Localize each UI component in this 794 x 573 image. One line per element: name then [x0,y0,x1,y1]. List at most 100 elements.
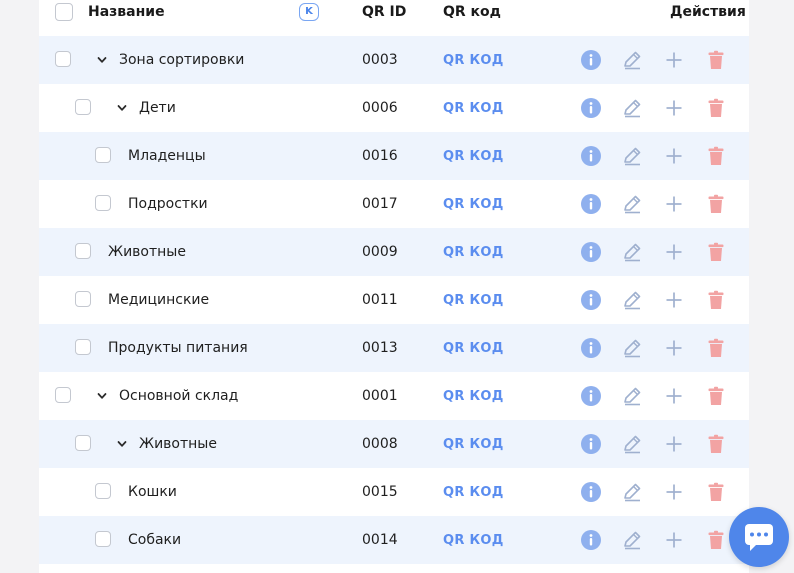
select-all-checkbox[interactable] [55,3,73,21]
plus-icon[interactable] [663,289,685,311]
trash-icon[interactable] [705,97,727,119]
qr-code-link[interactable]: QR КОД [443,435,504,455]
row-checkbox[interactable] [95,195,111,211]
trash-icon[interactable] [705,49,727,71]
column-header-name[interactable]: Название [88,0,165,26]
row-checkbox[interactable] [75,339,91,355]
table-row[interactable]: Основной склад 0001 QR КОД [39,372,749,420]
trash-icon[interactable] [705,289,727,311]
qr-code-link[interactable]: QR КОД [443,147,504,167]
table-row[interactable]: Подростки 0017 QR КОД [39,180,749,228]
trash-icon[interactable] [705,337,727,359]
row-checkbox[interactable] [75,435,91,451]
info-icon[interactable] [580,529,602,551]
column-header-qr-code: QR код [443,4,501,20]
plus-icon[interactable] [663,241,685,263]
chevron-down-icon[interactable] [115,436,129,450]
column-header-actions: Действия [670,4,746,20]
table-row[interactable]: Животные 0008 QR КОД [39,420,749,468]
plus-icon[interactable] [663,97,685,119]
row-name: Продукты питания [108,340,248,356]
chat-button[interactable] [729,507,789,567]
row-checkbox[interactable] [75,243,91,259]
column-header-qr-id[interactable]: QR ID [362,0,406,26]
row-name: Дети [139,100,176,116]
info-icon[interactable] [580,49,602,71]
row-checkbox[interactable] [95,147,111,163]
info-icon[interactable] [580,433,602,455]
row-name: Младенцы [128,148,206,164]
qr-code-link[interactable]: QR КОД [443,99,504,119]
row-qr-id: 0006 [362,100,398,116]
chevron-down-icon[interactable] [95,388,109,402]
row-qr-id: 0001 [362,388,398,404]
row-qr-id: 0003 [362,52,398,68]
edit-icon[interactable] [621,385,643,407]
edit-icon[interactable] [621,481,643,503]
row-qr-id: 0008 [362,436,398,452]
table-row[interactable]: Животные 0009 QR КОД [39,228,749,276]
row-checkbox[interactable] [55,387,71,403]
qr-code-link[interactable]: QR КОД [443,483,504,503]
info-icon[interactable] [580,289,602,311]
trash-icon[interactable] [705,433,727,455]
qr-code-link[interactable]: QR КОД [443,243,504,263]
trash-icon[interactable] [705,145,727,167]
trash-icon[interactable] [705,385,727,407]
trash-icon[interactable] [705,481,727,503]
plus-icon[interactable] [663,433,685,455]
plus-icon[interactable] [663,193,685,215]
table-row[interactable]: Собаки 0014 QR КОД [39,516,749,564]
plus-icon[interactable] [663,49,685,71]
chevron-down-icon[interactable] [115,100,129,114]
table-row[interactable]: Кошки 0015 QR КОД [39,468,749,516]
edit-icon[interactable] [621,289,643,311]
warehouse-table: Название K QR ID QR код Действия Зона со… [39,0,749,573]
info-icon[interactable] [580,241,602,263]
qr-code-link[interactable]: QR КОД [443,291,504,311]
table-header: Название K QR ID QR код Действия [39,0,749,37]
plus-icon[interactable] [663,385,685,407]
row-name: Кошки [128,484,177,500]
edit-icon[interactable] [621,433,643,455]
info-icon[interactable] [580,337,602,359]
trash-icon[interactable] [705,529,727,551]
table-row[interactable]: Дети 0006 QR КОД [39,84,749,132]
row-checkbox[interactable] [55,51,71,67]
sort-badge[interactable]: K [299,3,319,21]
row-checkbox[interactable] [95,483,111,499]
edit-icon[interactable] [621,193,643,215]
qr-code-link[interactable]: QR КОД [443,339,504,359]
info-icon[interactable] [580,385,602,407]
edit-icon[interactable] [621,97,643,119]
info-icon[interactable] [580,97,602,119]
edit-icon[interactable] [621,145,643,167]
info-icon[interactable] [580,145,602,167]
plus-icon[interactable] [663,481,685,503]
table-row[interactable]: Младенцы 0016 QR КОД [39,132,749,180]
trash-icon[interactable] [705,241,727,263]
plus-icon[interactable] [663,337,685,359]
row-name: Собаки [128,532,182,548]
table-row[interactable]: Продукты питания 0013 QR КОД [39,324,749,372]
table-row[interactable]: Медицинские 0011 QR КОД [39,276,749,324]
table-row[interactable]: Зона сортировки 0003 QR КОД [39,36,749,84]
row-checkbox[interactable] [75,291,91,307]
edit-icon[interactable] [621,337,643,359]
row-name: Подростки [128,196,208,212]
plus-icon[interactable] [663,145,685,167]
row-checkbox[interactable] [75,99,91,115]
trash-icon[interactable] [705,193,727,215]
qr-code-link[interactable]: QR КОД [443,387,504,407]
qr-code-link[interactable]: QR КОД [443,531,504,551]
edit-icon[interactable] [621,241,643,263]
edit-icon[interactable] [621,529,643,551]
info-icon[interactable] [580,193,602,215]
plus-icon[interactable] [663,529,685,551]
row-checkbox[interactable] [95,531,111,547]
qr-code-link[interactable]: QR КОД [443,195,504,215]
edit-icon[interactable] [621,49,643,71]
qr-code-link[interactable]: QR КОД [443,51,504,71]
info-icon[interactable] [580,481,602,503]
chevron-down-icon[interactable] [95,52,109,66]
